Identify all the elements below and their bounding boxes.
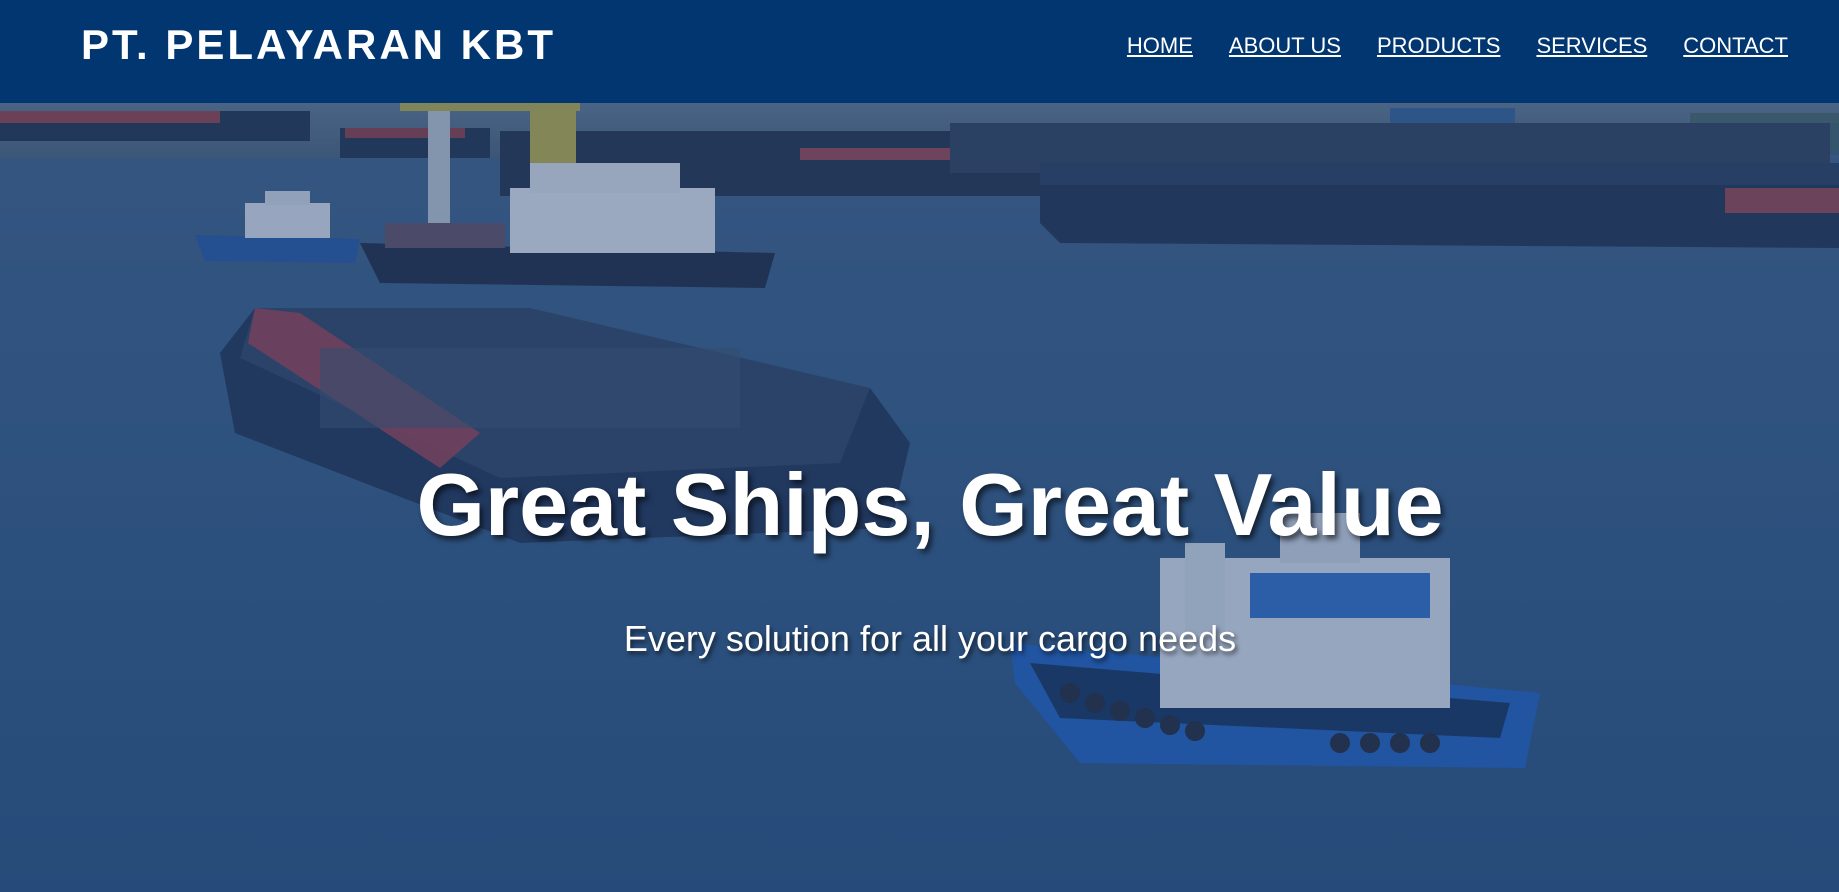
hero-section: Great Ships, Great Value Every solution …	[0, 103, 1839, 892]
main-nav: HOME ABOUT US PRODUCTS SERVICES CONTACT	[1091, 33, 1788, 59]
hero-headline: Great Ships, Great Value	[416, 455, 1444, 554]
nav-contact-link[interactable]: CONTACT	[1683, 33, 1788, 59]
nav-products-link[interactable]: PRODUCTS	[1377, 33, 1500, 59]
nav-about-link[interactable]: ABOUT US	[1229, 33, 1341, 59]
nav-home-link[interactable]: HOME	[1127, 33, 1193, 59]
hero-tagline: Every solution for all your cargo needs	[623, 618, 1237, 659]
nav-services-link[interactable]: SERVICES	[1536, 33, 1647, 59]
top-navbar: PT. PELAYARAN KBT HOME ABOUT US PRODUCTS…	[0, 0, 1839, 103]
brand-logo[interactable]: PT. PELAYARAN KBT	[81, 22, 556, 68]
